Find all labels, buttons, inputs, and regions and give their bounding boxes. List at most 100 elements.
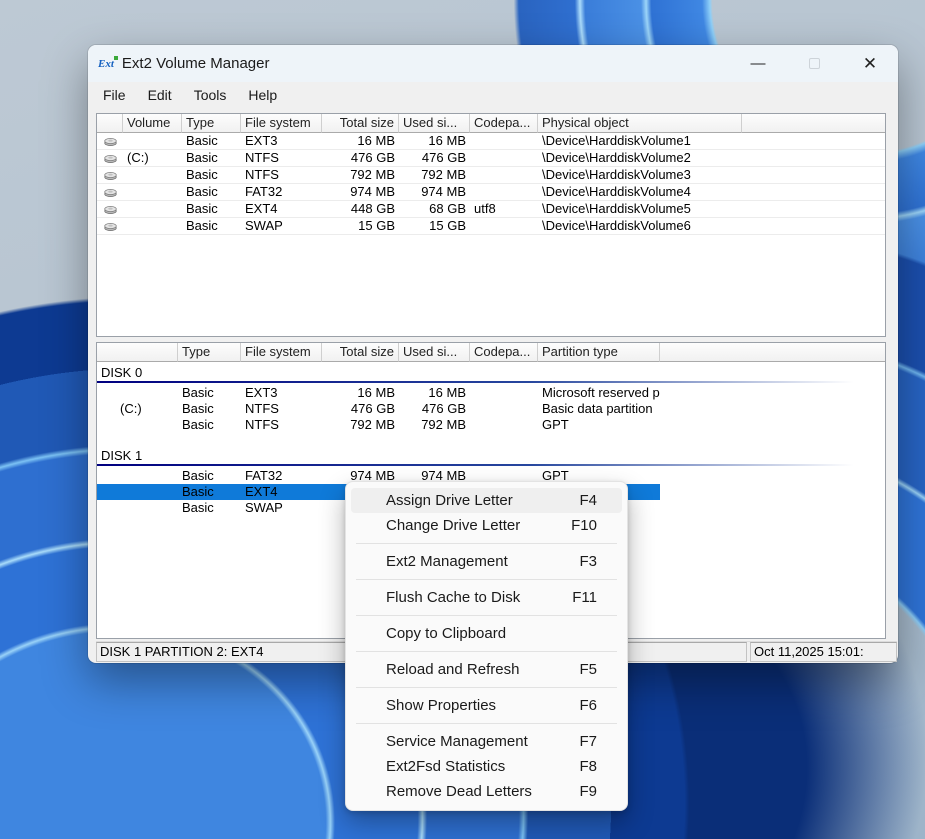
- menu-separator: [356, 687, 617, 688]
- context-menu-item-reload-and-refresh[interactable]: Reload and RefreshF5: [351, 657, 622, 682]
- context-menu-item-ext2-management[interactable]: Ext2 ManagementF3: [351, 549, 622, 574]
- codepage-cell: utf8: [470, 201, 538, 217]
- table-row[interactable]: BasicNTFS792 MB792 MB\Device\HarddiskVol…: [97, 167, 885, 184]
- totalsize-cell: 792 MB: [322, 167, 399, 183]
- table-row[interactable]: BasicSWAP15 GB15 GB\Device\HarddiskVolum…: [97, 218, 885, 235]
- partition-row[interactable]: BasicEXT316 MB16 MBMicrosoft reserved p: [97, 385, 885, 401]
- disk-group: DISK 0BasicEXT316 MB16 MBMicrosoft reser…: [97, 362, 885, 433]
- menu-help[interactable]: Help: [237, 84, 288, 106]
- disk-separator-line: [97, 381, 885, 383]
- context-menu-item-show-properties[interactable]: Show PropertiesF6: [351, 693, 622, 718]
- volume-table-header[interactable]: VolumeTypeFile systemTotal sizeUsed si..…: [97, 114, 885, 133]
- disk-icon: [104, 137, 117, 146]
- column-header[interactable]: [742, 114, 886, 133]
- volume-list-pane[interactable]: VolumeTypeFile systemTotal sizeUsed si..…: [96, 113, 886, 337]
- physical-cell: \Device\HarddiskVolume4: [538, 184, 742, 200]
- disk-label: DISK 1: [97, 445, 885, 464]
- column-header[interactable]: Partition type: [538, 343, 660, 362]
- menu-edit[interactable]: Edit: [137, 84, 183, 106]
- column-header[interactable]: Type: [178, 343, 241, 362]
- partition-row[interactable]: BasicNTFS792 MB792 MBGPT: [97, 417, 885, 433]
- column-header[interactable]: Total size: [322, 343, 399, 362]
- filesystem-cell: NTFS: [241, 167, 322, 183]
- filesystem-cell: EXT3: [241, 385, 322, 401]
- menu-item-shortcut: F5: [579, 661, 597, 678]
- usedsize-cell: 68 GB: [399, 201, 470, 217]
- table-row[interactable]: BasicEXT4448 GB68 GButf8\Device\Harddisk…: [97, 201, 885, 218]
- context-menu-item-copy-to-clipboard[interactable]: Copy to Clipboard: [351, 621, 622, 646]
- usedsize-cell: 16 MB: [399, 385, 470, 401]
- column-header[interactable]: Codepa...: [470, 114, 538, 133]
- volume-icon-cell: [97, 171, 123, 180]
- type-cell: Basic: [182, 184, 241, 200]
- context-menu-item-remove-dead-letters[interactable]: Remove Dead LettersF9: [351, 779, 622, 804]
- column-header[interactable]: [660, 343, 886, 362]
- totalsize-cell: 448 GB: [322, 201, 399, 217]
- partition-row[interactable]: (C:)BasicNTFS476 GB476 GBBasic data part…: [97, 401, 885, 417]
- totalsize-cell: 476 GB: [322, 150, 399, 166]
- filesystem-cell: FAT32: [241, 468, 322, 484]
- column-header[interactable]: Used si...: [399, 114, 470, 133]
- menu-item-label: Show Properties: [386, 697, 579, 714]
- column-header[interactable]: Volume: [123, 114, 182, 133]
- title-bar[interactable]: Ext Ext2 Volume Manager — ✕: [88, 45, 898, 82]
- column-header[interactable]: [97, 114, 123, 133]
- type-cell: Basic: [182, 150, 241, 166]
- table-row[interactable]: BasicFAT32974 MB974 MB\Device\HarddiskVo…: [97, 184, 885, 201]
- column-header[interactable]: Type: [182, 114, 241, 133]
- disk-table-header[interactable]: TypeFile systemTotal sizeUsed si...Codep…: [97, 343, 885, 362]
- filesystem-cell: NTFS: [241, 150, 322, 166]
- column-header[interactable]: Total size: [322, 114, 399, 133]
- table-row[interactable]: BasicEXT316 MB16 MB\Device\HarddiskVolum…: [97, 133, 885, 150]
- context-menu-item-change-drive-letter[interactable]: Change Drive LetterF10: [351, 513, 622, 538]
- context-menu-item-service-management[interactable]: Service ManagementF7: [351, 729, 622, 754]
- menu-item-label: Ext2 Management: [386, 553, 579, 570]
- usedsize-cell: 476 GB: [399, 401, 470, 417]
- column-header[interactable]: File system: [241, 114, 322, 133]
- menu-file[interactable]: File: [92, 84, 137, 106]
- disk-icon: [104, 154, 117, 163]
- menu-bar: FileEditToolsHelp: [88, 82, 898, 108]
- menu-item-label: Remove Dead Letters: [386, 783, 579, 800]
- type-cell: Basic: [178, 484, 241, 500]
- type-cell: Basic: [182, 167, 241, 183]
- menu-item-shortcut: F10: [571, 517, 597, 534]
- column-header[interactable]: Physical object: [538, 114, 742, 133]
- disk-icon: [104, 205, 117, 214]
- menu-item-shortcut: F8: [579, 758, 597, 775]
- totalsize-cell: 476 GB: [322, 401, 399, 417]
- maximize-button[interactable]: [786, 45, 842, 82]
- table-row[interactable]: (C:)BasicNTFS476 GB476 GB\Device\Harddis…: [97, 150, 885, 167]
- minimize-button[interactable]: —: [730, 45, 786, 82]
- context-menu-item-flush-cache-to-disk[interactable]: Flush Cache to DiskF11: [351, 585, 622, 610]
- disk-icon: [104, 222, 117, 231]
- volume-table-body: BasicEXT316 MB16 MB\Device\HarddiskVolum…: [97, 133, 885, 235]
- menu-item-shortcut: F4: [579, 492, 597, 509]
- column-header[interactable]: Codepa...: [470, 343, 538, 362]
- column-header[interactable]: Used si...: [399, 343, 470, 362]
- partitiontype-cell: Microsoft reserved p: [538, 385, 660, 401]
- filesystem-cell: EXT4: [241, 484, 322, 500]
- filesystem-cell: NTFS: [241, 417, 322, 433]
- volume-icon-cell: [97, 222, 123, 231]
- column-header[interactable]: File system: [241, 343, 322, 362]
- menu-item-shortcut: F9: [579, 783, 597, 800]
- menu-item-shortcut: F6: [579, 697, 597, 714]
- context-menu-item-assign-drive-letter[interactable]: Assign Drive LetterF4: [351, 488, 622, 513]
- menu-separator: [356, 579, 617, 580]
- filesystem-cell: SWAP: [241, 500, 322, 516]
- menu-item-label: Reload and Refresh: [386, 661, 579, 678]
- type-cell: Basic: [178, 417, 241, 433]
- type-cell: Basic: [182, 201, 241, 217]
- context-menu-item-ext2fsd-statistics[interactable]: Ext2Fsd StatisticsF8: [351, 754, 622, 779]
- menu-tools[interactable]: Tools: [183, 84, 238, 106]
- menu-item-label: Copy to Clipboard: [386, 625, 597, 642]
- disk-icon: [104, 171, 117, 180]
- close-button[interactable]: ✕: [842, 45, 898, 82]
- column-header[interactable]: [97, 343, 178, 362]
- usedsize-cell: 15 GB: [399, 218, 470, 234]
- physical-cell: \Device\HarddiskVolume3: [538, 167, 742, 183]
- app-icon: Ext: [98, 58, 114, 70]
- filesystem-cell: EXT3: [241, 133, 322, 149]
- type-cell: Basic: [178, 401, 241, 417]
